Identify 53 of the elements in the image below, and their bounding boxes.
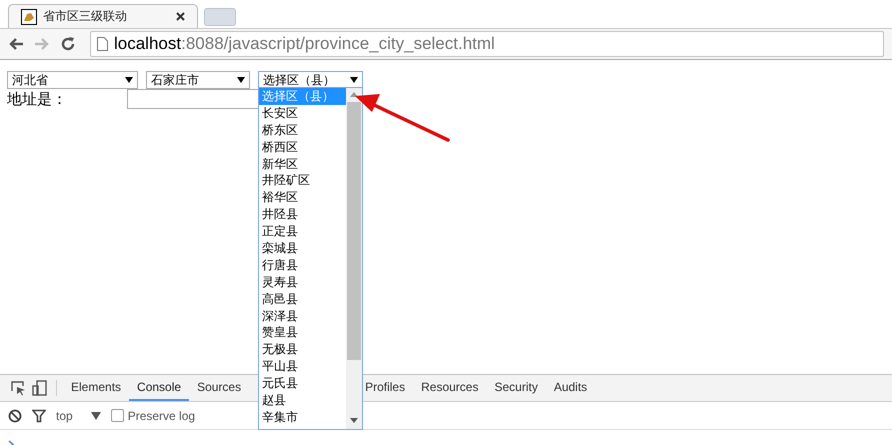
dropdown-select[interactable]: 河北省 bbox=[7, 71, 138, 89]
dropdown-option[interactable]: 新华区 bbox=[259, 156, 346, 172]
dropdown-option[interactable]: 长安区 bbox=[259, 104, 346, 122]
clear-icon[interactable] bbox=[8, 408, 22, 422]
devtools-tab[interactable]: Security bbox=[486, 375, 546, 401]
dropdown-option[interactable]: 赞皇县 bbox=[259, 324, 346, 342]
dropdown-option[interactable]: 正定县 bbox=[259, 223, 346, 240]
dropdown-option[interactable]: 栾城县 bbox=[259, 240, 346, 257]
device-icon[interactable] bbox=[32, 380, 47, 396]
devtools-tab[interactable]: Console bbox=[129, 375, 190, 401]
dropdown-option[interactable]: 灵寿县 bbox=[259, 274, 346, 291]
close-icon[interactable] bbox=[176, 12, 185, 21]
devtools-tab[interactable]: Resources bbox=[413, 375, 486, 401]
caret-icon bbox=[350, 77, 358, 83]
dropdown-option[interactable]: 元氏县 bbox=[259, 375, 346, 392]
dropdown-option[interactable]: 高邑县 bbox=[259, 290, 346, 308]
checkbox[interactable] bbox=[110, 409, 124, 422]
caret-icon bbox=[237, 77, 245, 83]
dropdown-select[interactable]: 石家庄市 bbox=[146, 71, 250, 89]
dropdown-option[interactable]: 井陉县 bbox=[259, 206, 346, 224]
caret-icon[interactable] bbox=[90, 412, 101, 420]
dropdown-option[interactable]: 无极县 bbox=[259, 341, 346, 358]
scroll-down-icon[interactable] bbox=[350, 418, 358, 423]
url-host: localhost bbox=[114, 34, 182, 53]
inspect-icon[interactable] bbox=[11, 380, 26, 396]
devtools-tab[interactable]: Elements bbox=[63, 375, 130, 401]
dropdown-option[interactable]: 深泽县 bbox=[259, 308, 346, 324]
context-select[interactable]: top bbox=[56, 408, 73, 422]
scroll-up-icon[interactable] bbox=[350, 92, 358, 97]
tab-title: 省市区三级联动 bbox=[43, 8, 128, 25]
dropdown-option[interactable]: 桥西区 bbox=[259, 138, 346, 156]
caret-icon bbox=[125, 77, 133, 83]
dropdown-option[interactable]: 行唐县 bbox=[259, 256, 346, 274]
favicon-icon bbox=[21, 8, 37, 24]
dropdown-option[interactable]: 平山县 bbox=[259, 358, 346, 376]
address-label: 地址是： bbox=[7, 90, 68, 108]
filter-icon[interactable] bbox=[32, 408, 46, 422]
browser-tab[interactable]: 省市区三级联动 bbox=[8, 4, 198, 28]
address-bar[interactable]: localhost:8088/javascript/province_city_select.html bbox=[90, 31, 884, 57]
checkbox-label: Preserve log bbox=[128, 408, 196, 422]
back-icon[interactable] bbox=[8, 37, 24, 51]
devtools-tab[interactable]: Audits bbox=[546, 375, 596, 401]
dropdown-option[interactable]: 桥东区 bbox=[259, 122, 346, 139]
dropdown-option[interactable]: 井陉矿区 bbox=[259, 172, 346, 190]
dropdown-option[interactable]: 赵县 bbox=[259, 392, 346, 409]
dropdown-option[interactable]: 裕华区 bbox=[259, 189, 346, 206]
page-icon bbox=[97, 37, 108, 51]
dropdown-option[interactable]: 辛集市 bbox=[259, 408, 346, 426]
reload-icon[interactable] bbox=[60, 36, 76, 52]
url-path: :8088/javascript/province_city_select.html bbox=[181, 34, 495, 53]
scrollbar-thumb[interactable] bbox=[347, 102, 361, 360]
devtools-tab[interactable]: Sources bbox=[189, 375, 250, 401]
devtools-tab[interactable]: Profiles bbox=[357, 375, 414, 401]
